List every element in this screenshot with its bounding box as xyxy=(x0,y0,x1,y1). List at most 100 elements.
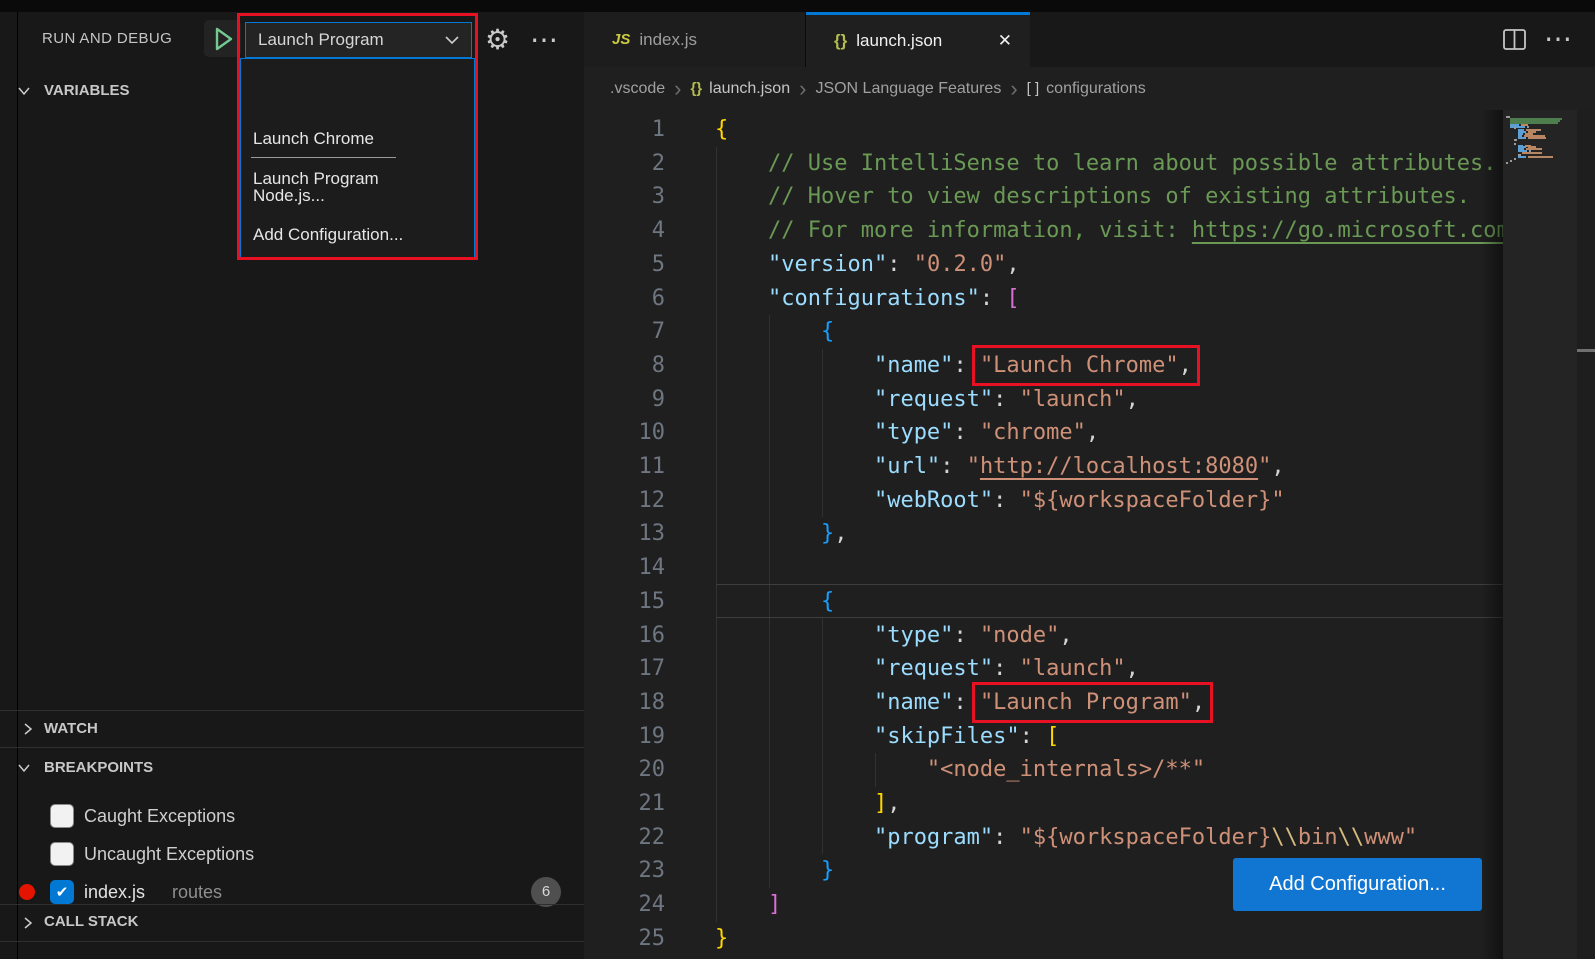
breadcrumb-folder[interactable]: .vscode xyxy=(610,80,665,98)
minimap-line xyxy=(1510,126,1529,128)
minimap-shadow xyxy=(1481,110,1503,959)
line-number[interactable]: 4 xyxy=(584,214,665,248)
code-line: "type": "chrome", xyxy=(715,416,1099,450)
section-watch[interactable]: WATCH xyxy=(44,720,98,737)
code-line: "name": "Launch Chrome", xyxy=(715,349,1192,383)
minimap-line xyxy=(1514,127,1516,129)
code-line: } xyxy=(715,854,834,888)
breadcrumb-file[interactable]: launch.json xyxy=(709,80,790,98)
panel-title: RUN AND DEBUG xyxy=(42,30,172,47)
line-number[interactable]: 25 xyxy=(584,922,665,956)
code-line: { xyxy=(715,113,728,147)
vertical-scrollbar[interactable] xyxy=(1577,110,1595,959)
line-number[interactable]: 13 xyxy=(584,517,665,551)
line-number[interactable]: 2 xyxy=(584,147,665,181)
breadcrumb-language-features[interactable]: JSON Language Features xyxy=(815,80,1001,98)
annotation-highlight: "Launch Program", xyxy=(980,690,1205,715)
line-number[interactable]: 8 xyxy=(584,349,665,383)
dropdown-item-nodejs[interactable]: Node.js... xyxy=(253,186,325,206)
line-number[interactable]: 18 xyxy=(584,686,665,720)
section-call-stack[interactable]: CALL STACK xyxy=(44,913,138,930)
chevron-down-icon[interactable] xyxy=(16,760,32,776)
line-number[interactable]: 11 xyxy=(584,450,665,484)
play-icon[interactable] xyxy=(213,26,235,52)
line-number[interactable]: 9 xyxy=(584,383,665,417)
annotation-highlight: "Launch Chrome", xyxy=(980,353,1192,378)
code-line: "type": "node", xyxy=(715,619,1073,653)
code-line: "configurations": [ xyxy=(715,282,1020,316)
minimap-line xyxy=(1522,152,1542,154)
breakpoint-row-label[interactable]: Uncaught Exceptions xyxy=(84,844,254,865)
sidebar-left-border xyxy=(17,12,18,959)
line-number[interactable]: 3 xyxy=(584,180,665,214)
line-number[interactable]: 17 xyxy=(584,652,665,686)
chevron-down-icon[interactable] xyxy=(16,83,32,99)
code-line: // For more information, visit: https://… xyxy=(715,214,1503,248)
tab-label: index.js xyxy=(639,30,697,50)
add-configuration-button[interactable]: Add Configuration... xyxy=(1233,858,1482,911)
line-number[interactable]: 7 xyxy=(584,315,665,349)
debug-config-select[interactable]: Launch Program xyxy=(245,22,472,58)
code-line: "request": "launch", xyxy=(715,383,1139,417)
section-divider xyxy=(0,710,584,711)
checkbox-indexjs-breakpoint[interactable]: ✔ xyxy=(50,880,74,904)
tab-label: launch.json xyxy=(856,31,942,51)
breakpoint-count-badge: 6 xyxy=(531,877,561,907)
line-number[interactable]: 5 xyxy=(584,248,665,282)
line-number[interactable]: 24 xyxy=(584,888,665,922)
editor-more-actions-icon[interactable]: ⋯ xyxy=(1544,22,1572,55)
code-line: "version": "0.2.0", xyxy=(715,248,1020,282)
debug-config-dropdown: Launch Chrome Launch Program Node.js... … xyxy=(240,58,475,258)
section-variables[interactable]: VARIABLES xyxy=(44,82,130,99)
gear-icon[interactable]: ⚙ xyxy=(485,22,510,58)
code-editor[interactable]: 1{2 // Use IntelliSense to learn about p… xyxy=(584,110,1503,959)
breadcrumb: .vscode › {} launch.json › JSON Language… xyxy=(584,67,1595,110)
window-top-strip xyxy=(0,0,1595,12)
line-number[interactable]: 10 xyxy=(584,416,665,450)
code-line: ] xyxy=(715,888,781,922)
line-number[interactable]: 6 xyxy=(584,282,665,316)
line-number[interactable]: 22 xyxy=(584,821,665,855)
line-number[interactable]: 21 xyxy=(584,787,665,821)
line-number[interactable]: 23 xyxy=(584,854,665,888)
minimap-line xyxy=(1514,139,1517,141)
json-file-icon: {} xyxy=(690,80,702,97)
code-line: "url": "http://localhost:8080", xyxy=(715,450,1285,484)
breakpoint-path-label: routes xyxy=(172,882,222,903)
line-number[interactable]: 19 xyxy=(584,720,665,754)
breadcrumb-symbol[interactable]: configurations xyxy=(1046,80,1146,98)
debug-config-selected-value: Launch Program xyxy=(258,30,443,50)
dropdown-item-launch-chrome[interactable]: Launch Chrome xyxy=(253,129,374,149)
chevron-right-icon: › xyxy=(1010,81,1017,97)
tab-launchjson[interactable]: {} launch.json ✕ xyxy=(806,12,1030,67)
section-divider xyxy=(0,904,584,905)
close-icon[interactable]: ✕ xyxy=(986,31,1012,51)
more-actions-icon[interactable]: ⋯ xyxy=(530,22,559,58)
json-file-icon: {} xyxy=(834,31,847,51)
line-number[interactable]: 12 xyxy=(584,484,665,518)
chevron-right-icon: › xyxy=(799,81,806,97)
chevron-right-icon[interactable] xyxy=(20,721,36,737)
split-editor-icon[interactable] xyxy=(1502,27,1527,52)
line-number[interactable]: 16 xyxy=(584,619,665,653)
code-line: "<node_internals>/**" xyxy=(715,753,1205,787)
chevron-right-icon[interactable] xyxy=(20,915,36,931)
minimap-line xyxy=(1518,156,1553,158)
line-number[interactable]: 15 xyxy=(584,585,665,619)
code-line: "request": "launch", xyxy=(715,652,1139,686)
section-breakpoints[interactable]: BREAKPOINTS xyxy=(44,759,153,776)
line-number[interactable]: 20 xyxy=(584,753,665,787)
checkbox-caught-exceptions[interactable] xyxy=(50,804,74,828)
breakpoint-file-label[interactable]: index.js xyxy=(84,882,145,903)
code-line: ], xyxy=(715,787,900,821)
minimap[interactable] xyxy=(1503,110,1577,959)
code-line: "program": "${workspaceFolder}\\bin\\www… xyxy=(715,821,1417,855)
breakpoint-row-label[interactable]: Caught Exceptions xyxy=(84,806,235,827)
dropdown-item-add-configuration[interactable]: Add Configuration... xyxy=(253,225,403,245)
line-number[interactable]: 14 xyxy=(584,551,665,585)
tab-indexjs[interactable]: JS index.js xyxy=(584,12,806,67)
line-number[interactable]: 1 xyxy=(584,113,665,147)
minimap-line xyxy=(1518,137,1546,139)
checkbox-uncaught-exceptions[interactable] xyxy=(50,842,74,866)
minimap-line xyxy=(1514,158,1516,160)
